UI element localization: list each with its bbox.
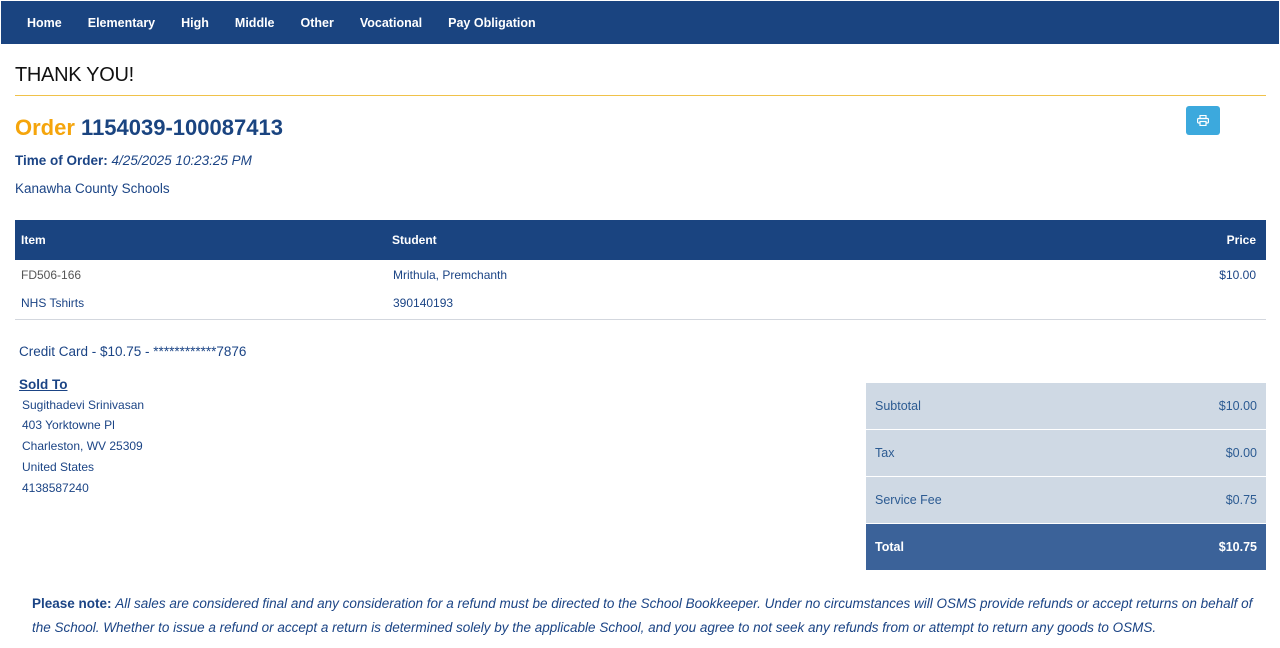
refund-note: Please note: All sales are considered fi… (32, 592, 1262, 640)
order-time-value: 4/25/2025 10:23:25 PM (111, 153, 252, 168)
items-table-header: Item Student Price (15, 220, 1266, 260)
order-title: Order 1154039-100087413 (15, 115, 283, 141)
nav-pay-obligation[interactable]: Pay Obligation (448, 16, 536, 30)
nav-elementary[interactable]: Elementary (88, 16, 155, 30)
payment-method: Credit Card - $10.75 - ************7876 (19, 344, 247, 359)
buyer-phone: 4138587240 (22, 481, 89, 495)
nav-middle[interactable]: Middle (235, 16, 275, 30)
buyer-country: United States (22, 460, 95, 474)
nav-high[interactable]: High (181, 16, 209, 30)
buyer-city: Charleston, WV 25309 (22, 439, 143, 453)
note-label: Please note: (32, 596, 112, 611)
service-fee-row: Service Fee $0.75 (866, 477, 1266, 524)
subtotal-row: Subtotal $10.00 (866, 383, 1266, 430)
total-value: $10.75 (1218, 540, 1257, 554)
order-label: Order (15, 115, 75, 140)
item-code: FD506-166 (21, 268, 82, 282)
subtotal-value: $10.00 (1218, 399, 1257, 413)
service-fee-label: Service Fee (875, 493, 942, 507)
buyer-name: Sugithadevi Srinivasan (22, 398, 145, 412)
order-time: Time of Order: 4/25/2025 10:23:25 PM (15, 153, 252, 168)
heading-divider (15, 95, 1266, 96)
subtotal-label: Subtotal (875, 399, 921, 413)
buyer-street: 403 Yorktowne Pl (22, 418, 115, 432)
tax-label: Tax (875, 446, 895, 460)
printer-icon (1197, 115, 1209, 126)
header-price: Price (1226, 233, 1256, 247)
nav-other[interactable]: Other (301, 16, 334, 30)
print-button[interactable] (1186, 106, 1220, 135)
student-id: 390140193 (393, 296, 454, 310)
school-district: Kanawha County Schools (15, 181, 170, 196)
service-fee-value: $0.75 (1225, 493, 1257, 507)
tax-value: $0.00 (1225, 446, 1257, 460)
student-name: Mrithula, Premchanth (393, 268, 508, 282)
header-student: Student (392, 233, 437, 247)
nav-home[interactable]: Home (27, 16, 62, 30)
note-text: All sales are considered final and any c… (32, 596, 1253, 635)
page-title: THANK YOU! (15, 64, 134, 86)
item-price: $10.00 (1219, 268, 1256, 282)
item-name: NHS Tshirts (21, 296, 85, 310)
order-time-label: Time of Order: (15, 153, 108, 168)
order-number: 1154039-100087413 (81, 115, 283, 140)
sold-to-heading: Sold To (19, 377, 68, 392)
total-row: Total $10.75 (866, 524, 1266, 570)
tax-row: Tax $0.00 (866, 430, 1266, 477)
nav-vocational[interactable]: Vocational (360, 16, 422, 30)
top-nav: Home Elementary High Middle Other Vocati… (1, 1, 1279, 44)
items-divider (15, 319, 1266, 320)
header-item: Item (21, 233, 46, 247)
totals-table: Subtotal $10.00 Tax $0.00 Service Fee $0… (866, 383, 1266, 570)
total-label: Total (875, 540, 904, 554)
